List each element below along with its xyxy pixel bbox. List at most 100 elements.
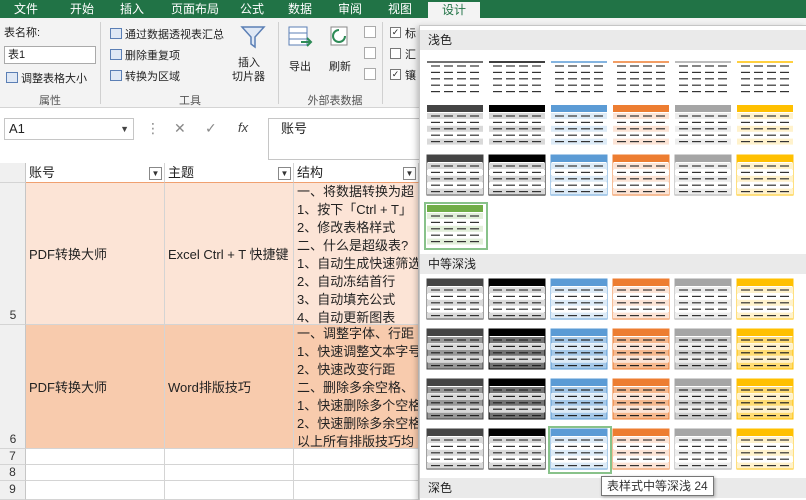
table-name-input[interactable]: 表1	[4, 46, 96, 64]
chevron-down-icon[interactable]: ▼	[120, 119, 129, 139]
table-style-option[interactable]	[736, 104, 796, 148]
table-cell[interactable]: PDF转换大师	[26, 183, 165, 325]
empty-cell[interactable]	[165, 465, 294, 481]
table-style-option[interactable]	[736, 154, 796, 198]
table-style-option[interactable]	[674, 428, 734, 472]
properties-icon[interactable]	[364, 26, 376, 38]
header-cell-structure[interactable]: 结构 ▼	[294, 163, 419, 183]
insert-slicer-button[interactable]: 插入 切片器	[232, 24, 274, 86]
pivot-summary-button[interactable]: 通过数据透视表汇总	[110, 26, 224, 42]
empty-cell[interactable]	[294, 481, 419, 500]
table-cell[interactable]: Word排版技巧	[165, 325, 294, 449]
table-style-option[interactable]	[674, 278, 734, 322]
table-style-option[interactable]	[550, 378, 610, 422]
table-style-option[interactable]	[550, 278, 610, 322]
table-style-option[interactable]	[488, 154, 548, 198]
table-style-option[interactable]	[488, 328, 548, 372]
empty-cell[interactable]	[26, 449, 165, 465]
row-header[interactable]: 5	[0, 183, 26, 325]
row-header[interactable]: 6	[0, 325, 26, 449]
tab-review[interactable]: 审阅	[330, 0, 370, 18]
table-cell[interactable]: PDF转换大师	[26, 325, 165, 449]
empty-cell[interactable]	[26, 481, 165, 500]
filter-dropdown-icon[interactable]: ▼	[149, 167, 162, 180]
table-style-option[interactable]	[424, 202, 488, 250]
header-cell-account[interactable]: 账号 ▼	[26, 163, 165, 183]
insert-function-icon[interactable]: fx	[238, 120, 248, 135]
table-style-option[interactable]	[426, 328, 486, 372]
table-style-option[interactable]	[612, 428, 672, 472]
tab-file[interactable]: 文件	[0, 0, 52, 18]
table-style-option[interactable]	[736, 328, 796, 372]
filter-dropdown-icon[interactable]: ▼	[403, 167, 416, 180]
row-header[interactable]: 7	[0, 449, 26, 465]
table-style-option[interactable]	[488, 378, 548, 422]
table-style-option[interactable]	[736, 278, 796, 322]
table-style-option[interactable]	[426, 378, 486, 422]
structure-line: 二、什么是超级表?	[297, 238, 409, 253]
confirm-icon[interactable]: ✓	[205, 120, 217, 137]
table-style-option[interactable]	[426, 54, 486, 98]
filter-dropdown-icon[interactable]: ▼	[278, 167, 291, 180]
name-box[interactable]: A1 ▼	[4, 118, 134, 140]
row-header[interactable]: 9	[0, 481, 26, 500]
header-cell-topic[interactable]: 主题 ▼	[165, 163, 294, 183]
open-browser-icon[interactable]	[364, 47, 376, 59]
table-style-option[interactable]	[612, 54, 672, 98]
banded-rows-checkbox[interactable]: ✓	[390, 69, 401, 80]
table-cell-structure[interactable]: 一、将数据转换为超 1、按下「Ctrl + T」 2、修改表格样式 二、什么是超…	[294, 183, 419, 325]
table-style-option[interactable]	[426, 428, 486, 472]
tab-page-layout[interactable]: 页面布局	[160, 0, 230, 18]
table-style-option[interactable]	[736, 378, 796, 422]
table-style-option[interactable]	[426, 154, 486, 198]
tab-data[interactable]: 数据	[280, 0, 320, 18]
unlink-icon[interactable]	[364, 68, 376, 80]
table-style-option[interactable]	[488, 428, 548, 472]
empty-cell[interactable]	[26, 465, 165, 481]
table-cell-structure[interactable]: 一、调整字体、行距 1、快速调整文本字号 2、快速改变行距 二、删除多余空格、 …	[294, 325, 419, 449]
table-style-option[interactable]	[426, 278, 486, 322]
table-style-option[interactable]	[736, 54, 796, 98]
table-style-option[interactable]	[674, 328, 734, 372]
corner-header[interactable]	[0, 163, 26, 183]
table-style-option[interactable]	[426, 104, 486, 148]
tab-insert[interactable]: 插入	[112, 0, 152, 18]
table-style-option[interactable]	[488, 54, 548, 98]
resize-table-button[interactable]: 调整表格大小	[6, 70, 87, 86]
table-style-option[interactable]	[674, 54, 734, 98]
empty-cell[interactable]	[165, 481, 294, 500]
empty-cell[interactable]	[165, 449, 294, 465]
total-row-checkbox[interactable]	[390, 48, 401, 59]
table-style-option[interactable]	[488, 278, 548, 322]
refresh-button[interactable]: 刷新	[325, 24, 355, 82]
table-style-option[interactable]	[612, 328, 672, 372]
table-style-option[interactable]	[612, 104, 672, 148]
table-style-option[interactable]	[674, 378, 734, 422]
table-style-option[interactable]	[674, 154, 734, 198]
table-style-option[interactable]	[736, 428, 796, 472]
table-style-option[interactable]	[612, 278, 672, 322]
table-style-option[interactable]	[612, 154, 672, 198]
remove-duplicates-button[interactable]: 删除重复项	[110, 47, 180, 63]
tab-design[interactable]: 设计	[428, 0, 480, 18]
table-style-option[interactable]	[550, 54, 610, 98]
table-style-option[interactable]	[488, 104, 548, 148]
drag-handle-icon[interactable]: ⋮	[146, 120, 160, 137]
table-style-option[interactable]	[674, 104, 734, 148]
export-button[interactable]: 导出	[285, 24, 315, 82]
tab-home[interactable]: 开始	[52, 0, 112, 18]
table-style-option[interactable]	[550, 104, 610, 148]
table-style-option[interactable]	[612, 378, 672, 422]
table-style-option[interactable]	[550, 328, 610, 372]
row-header[interactable]: 8	[0, 465, 26, 481]
empty-cell[interactable]	[294, 449, 419, 465]
header-row-checkbox[interactable]: ✓	[390, 27, 401, 38]
convert-range-button[interactable]: 转换为区域	[110, 68, 180, 84]
table-cell[interactable]: Excel Ctrl + T 快捷键	[165, 183, 294, 325]
tab-view[interactable]: 视图	[380, 0, 420, 18]
tab-formulas[interactable]: 公式	[232, 0, 272, 18]
cancel-icon[interactable]: ✕	[174, 120, 186, 137]
table-style-option[interactable]	[548, 426, 612, 474]
table-style-option[interactable]	[550, 154, 610, 198]
empty-cell[interactable]	[294, 465, 419, 481]
